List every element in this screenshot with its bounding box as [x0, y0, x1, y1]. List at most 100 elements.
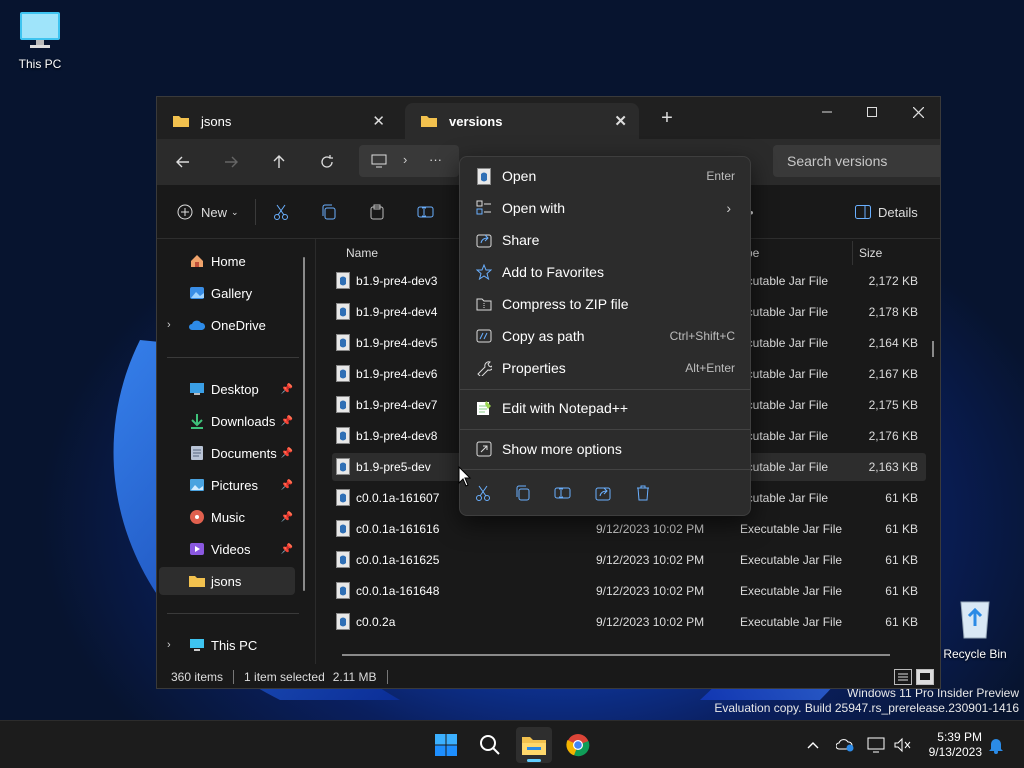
menu-item-copy-as-path[interactable]: Copy as path Ctrl+Shift+C: [465, 321, 745, 351]
tab-versions[interactable]: versions ✕: [405, 103, 639, 139]
menu-item-add-to-favorites[interactable]: Add to Favorites: [465, 257, 745, 287]
volume-tray-button[interactable]: [892, 735, 912, 755]
file-name: b1.9-pre4-dev7: [356, 398, 438, 412]
sidebar-item-gallery[interactable]: Gallery: [159, 279, 295, 307]
menu-item-properties[interactable]: Properties Alt+Enter: [465, 353, 745, 383]
selection-count: 1 item selected: [244, 670, 325, 684]
column-header-size[interactable]: Size: [859, 239, 882, 267]
menu-item-open[interactable]: Open Enter: [465, 161, 745, 191]
close-window-button[interactable]: [895, 97, 940, 127]
sidebar-item-home[interactable]: Home: [159, 247, 295, 275]
new-tab-button[interactable]: +: [655, 107, 679, 130]
file-type: Executable Jar File: [740, 553, 843, 567]
start-button[interactable]: [428, 727, 464, 763]
menu-item-open-with[interactable]: Open with ›: [465, 193, 745, 223]
address-overflow-button[interactable]: ···: [429, 152, 442, 167]
sidebar-scrollbar[interactable]: [303, 257, 305, 591]
context-delete-button[interactable]: [632, 482, 654, 504]
star-icon: [475, 263, 493, 281]
close-tab-button[interactable]: ✕: [614, 112, 627, 130]
onedrive-tray-button[interactable]: [835, 735, 855, 755]
network-icon: [867, 737, 885, 753]
search-button[interactable]: [472, 727, 508, 763]
recycle-bin-icon: [960, 601, 990, 639]
chrome-taskbar-button[interactable]: [560, 727, 596, 763]
file-row[interactable]: c0.0.1a-161616 9/12/2023 10:02 PM Executab…: [332, 515, 926, 543]
divider: [460, 389, 750, 390]
rename-button[interactable]: [417, 201, 435, 223]
menu-item-edit-notepadpp[interactable]: Edit with Notepad++: [465, 393, 745, 423]
sidebar-item-pictures[interactable]: Pictures 📌: [159, 471, 295, 499]
sidebar-item-label: Videos: [211, 541, 251, 557]
up-button[interactable]: [267, 152, 291, 172]
sidebar-item-documents[interactable]: Documents 📌: [159, 439, 295, 467]
file-explorer-icon: [522, 737, 546, 755]
file-row[interactable]: c0.0.1a-161648 9/12/2023 10:02 PM Executab…: [332, 577, 926, 605]
desktop-this-pc[interactable]: This PC: [2, 10, 78, 71]
scissors-icon: [274, 204, 288, 220]
menu-item-show-more-options[interactable]: Show more options: [465, 434, 745, 464]
zip-icon: [475, 295, 493, 313]
horizontal-scrollbar[interactable]: [342, 654, 890, 656]
tiles-view-button[interactable]: [916, 669, 934, 685]
address-bar[interactable]: › ···: [359, 145, 459, 177]
file-type: ecutable Jar File: [740, 460, 829, 474]
menu-item-label: Properties: [502, 360, 566, 376]
sidebar-item-jsons[interactable]: jsons: [159, 567, 295, 595]
back-button[interactable]: [171, 152, 195, 172]
item-count: 360 items: [171, 670, 224, 684]
arrow-right-icon: [225, 156, 238, 168]
minimize-button[interactable]: [804, 97, 850, 127]
file-row[interactable]: c0.0.1a-161625 9/12/2023 10:02 PM Executab…: [332, 546, 926, 574]
new-button[interactable]: New ⌄: [177, 201, 239, 223]
details-button[interactable]: Details: [855, 201, 918, 223]
network-tray-button[interactable]: [866, 735, 886, 755]
pin-icon: 📌: [280, 383, 293, 395]
sidebar-item-onedrive[interactable]: › OneDrive: [159, 311, 295, 339]
sidebar-item-downloads[interactable]: Downloads 📌: [159, 407, 295, 435]
sidebar-item-videos[interactable]: Videos 📌: [159, 535, 295, 563]
open-with-icon: [475, 199, 493, 217]
jar-file-icon: [336, 427, 350, 444]
sidebar-item-music[interactable]: Music 📌: [159, 503, 295, 531]
jar-file-icon: [475, 167, 493, 185]
desktop-recycle-bin[interactable]: Recycle Bin: [937, 596, 1013, 661]
cut-button[interactable]: [273, 201, 289, 223]
maximize-button[interactable]: [849, 97, 895, 127]
refresh-button[interactable]: [315, 152, 339, 172]
file-name: b1.9-pre4-dev5: [356, 336, 438, 350]
paste-button[interactable]: [369, 201, 385, 223]
tab-label: versions: [449, 113, 503, 129]
copy-button[interactable]: [321, 201, 337, 223]
show-hidden-icons-button[interactable]: [803, 735, 823, 755]
close-tab-button[interactable]: ✕: [372, 112, 385, 130]
search-input[interactable]: Search versions: [773, 145, 940, 177]
file-explorer-taskbar-button[interactable]: [516, 727, 552, 763]
forward-button[interactable]: [219, 152, 243, 172]
selection-size: 2.11 MB: [332, 670, 377, 684]
context-copy-button[interactable]: [512, 482, 534, 504]
context-rename-button[interactable]: [552, 482, 574, 504]
sidebar-item-label: OneDrive: [211, 317, 266, 333]
system-clock[interactable]: 5:39 PM 9/13/2023: [929, 730, 982, 760]
share-icon: [475, 231, 493, 249]
tab-label: jsons: [201, 113, 232, 129]
column-header-name[interactable]: Name: [346, 239, 378, 267]
file-name: c0.0.1a-161648: [356, 584, 440, 598]
file-type: ecutable Jar File: [740, 336, 829, 350]
file-row[interactable]: c0.0.2a 9/12/2023 10:02 PM Executable Jar …: [332, 608, 926, 636]
menu-item-share[interactable]: Share: [465, 225, 745, 255]
notifications-button[interactable]: [986, 735, 1006, 755]
sidebar-item-this-pc[interactable]: › This PC: [159, 631, 295, 659]
sidebar-item-desktop[interactable]: Desktop 📌: [159, 375, 295, 403]
details-view-button[interactable]: [894, 669, 912, 685]
file-size: 61 KB: [885, 553, 918, 567]
file-name: b1.9-pre4-dev6: [356, 367, 438, 381]
volume-muted-icon: [894, 737, 911, 753]
context-share-button[interactable]: [592, 482, 614, 504]
menu-item-compress-zip[interactable]: Compress to ZIP file: [465, 289, 745, 319]
vertical-scrollbar[interactable]: [932, 341, 934, 357]
sidebar-item-label: Desktop: [211, 381, 259, 397]
context-cut-button[interactable]: [472, 482, 494, 504]
tab-jsons[interactable]: jsons ✕: [157, 103, 397, 139]
